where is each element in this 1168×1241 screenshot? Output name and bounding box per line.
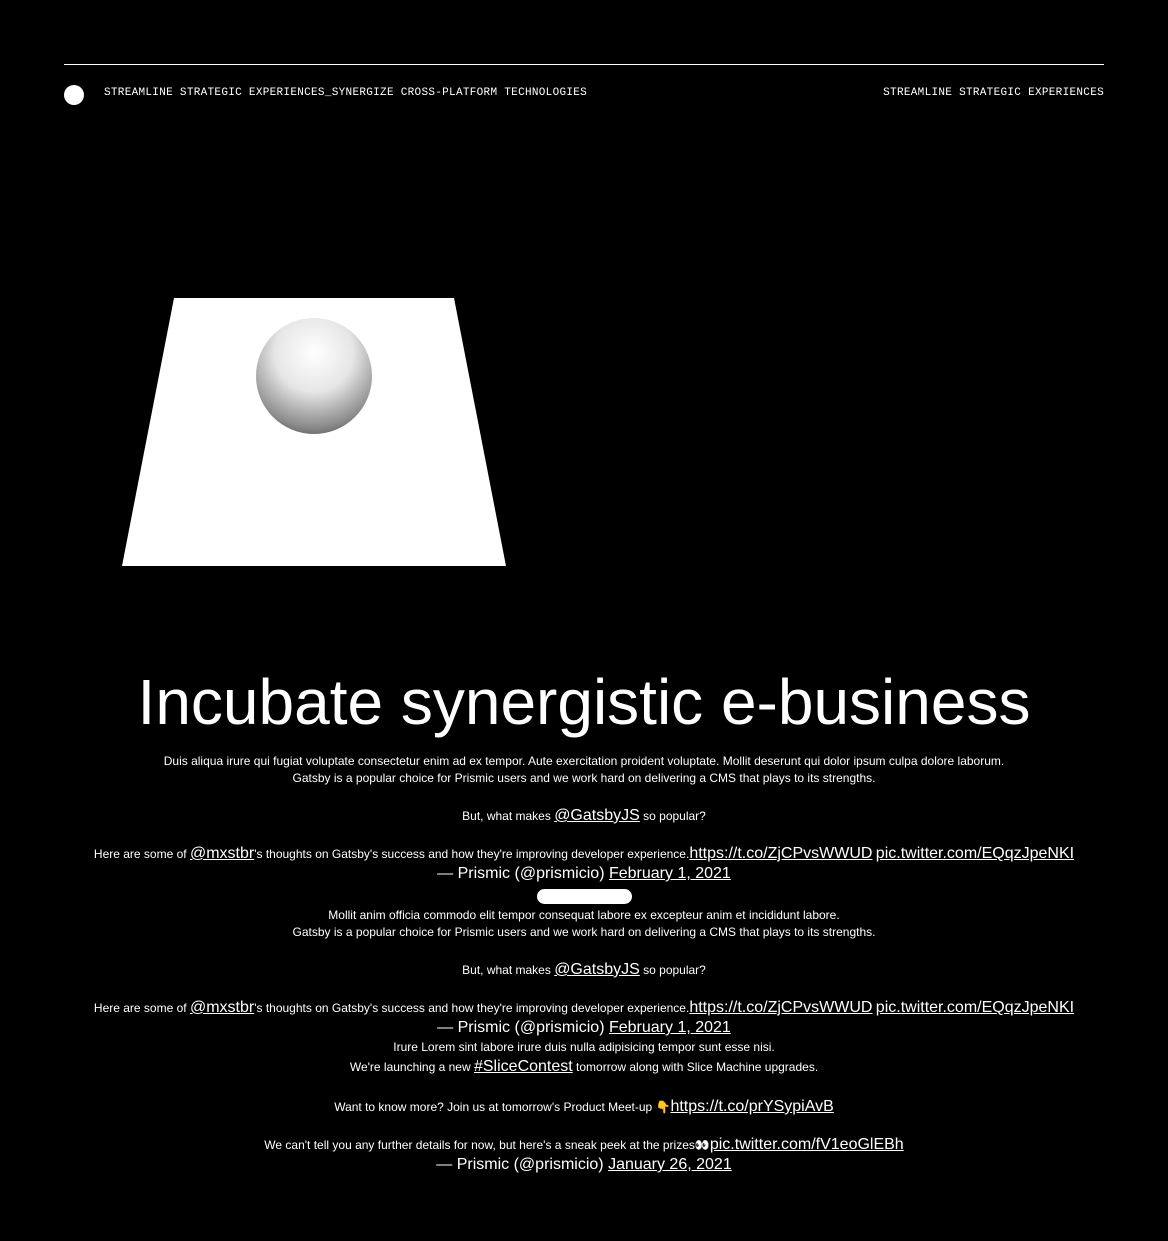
meetup-text: Want to know more? Join us at tomorrow's… bbox=[334, 1098, 834, 1115]
divider-pill bbox=[536, 889, 632, 904]
3d-scene-illustration bbox=[122, 298, 506, 566]
tweet-question: But, what makes @GatsbyJS so popular? bbox=[462, 807, 706, 824]
tweet-question: But, what makes @GatsbyJS so popular? bbox=[462, 961, 706, 978]
launch-text: We're launching a new #SliceContest tomo… bbox=[349, 1058, 819, 1075]
mention-link[interactable]: @GatsbyJS bbox=[554, 807, 640, 824]
intro-text: Duis aliqua irure qui fugiat voluptate c… bbox=[163, 754, 1005, 768]
tweet-date-link[interactable]: January 26, 2021 bbox=[608, 1156, 732, 1173]
tweet-text: Gatsby is a popular choice for Prismic u… bbox=[292, 771, 876, 785]
mention-link[interactable]: @mxstbr bbox=[190, 999, 254, 1016]
tweet-text: Gatsby is a popular choice for Prismic u… bbox=[292, 925, 876, 939]
intro-text: Mollit anim officia commodo elit tempor … bbox=[328, 908, 840, 922]
content-block-3: Irure Lorem sint labore irure duis nulla… bbox=[0, 1039, 1168, 1176]
tweet-signature: — Prismic (@prismicio) January 26, 2021 bbox=[436, 1156, 732, 1173]
tweet-signature: — Prismic (@prismicio) February 1, 2021 bbox=[437, 865, 731, 882]
peek-text: We can't tell you any further details fo… bbox=[264, 1136, 904, 1153]
content-block-2: Mollit anim officia commodo elit tempor … bbox=[0, 907, 1168, 1039]
tweet-pic-link[interactable]: pic.twitter.com/EQqzJpeNKI bbox=[876, 999, 1074, 1016]
mention-link[interactable]: @mxstbr bbox=[190, 845, 254, 862]
tweet-pic-link[interactable]: pic.twitter.com/EQqzJpeNKI bbox=[876, 845, 1074, 862]
tweet-paragraph: Here are some of @mxstbr's thoughts on G… bbox=[93, 845, 1075, 862]
sphere-shape bbox=[256, 318, 372, 434]
tweet-url-link[interactable]: https://t.co/ZjCPvsWWUD bbox=[689, 845, 872, 862]
tweet-date-link[interactable]: February 1, 2021 bbox=[609, 865, 731, 882]
intro-text: Irure Lorem sint labore irure duis nulla… bbox=[393, 1040, 775, 1054]
tweet-date-link[interactable]: February 1, 2021 bbox=[609, 1019, 731, 1036]
content-block-1: Duis aliqua irure qui fugiat voluptate c… bbox=[0, 753, 1168, 910]
tweet-signature: — Prismic (@prismicio) February 1, 2021 bbox=[437, 1019, 731, 1036]
hashtag-link[interactable]: #SliceContest bbox=[474, 1058, 573, 1075]
tweet-url-link[interactable]: https://t.co/ZjCPvsWWUD bbox=[689, 999, 872, 1016]
tweet-pic-link[interactable]: pic.twitter.com/fV1eoGlEBh bbox=[710, 1136, 904, 1153]
tweet-paragraph: Here are some of @mxstbr's thoughts on G… bbox=[93, 999, 1075, 1016]
meetup-link[interactable]: https://t.co/prYSypiAvB bbox=[670, 1098, 833, 1115]
mention-link[interactable]: @GatsbyJS bbox=[554, 961, 640, 978]
page-title: Incubate synergistic e-business bbox=[137, 666, 1031, 738]
